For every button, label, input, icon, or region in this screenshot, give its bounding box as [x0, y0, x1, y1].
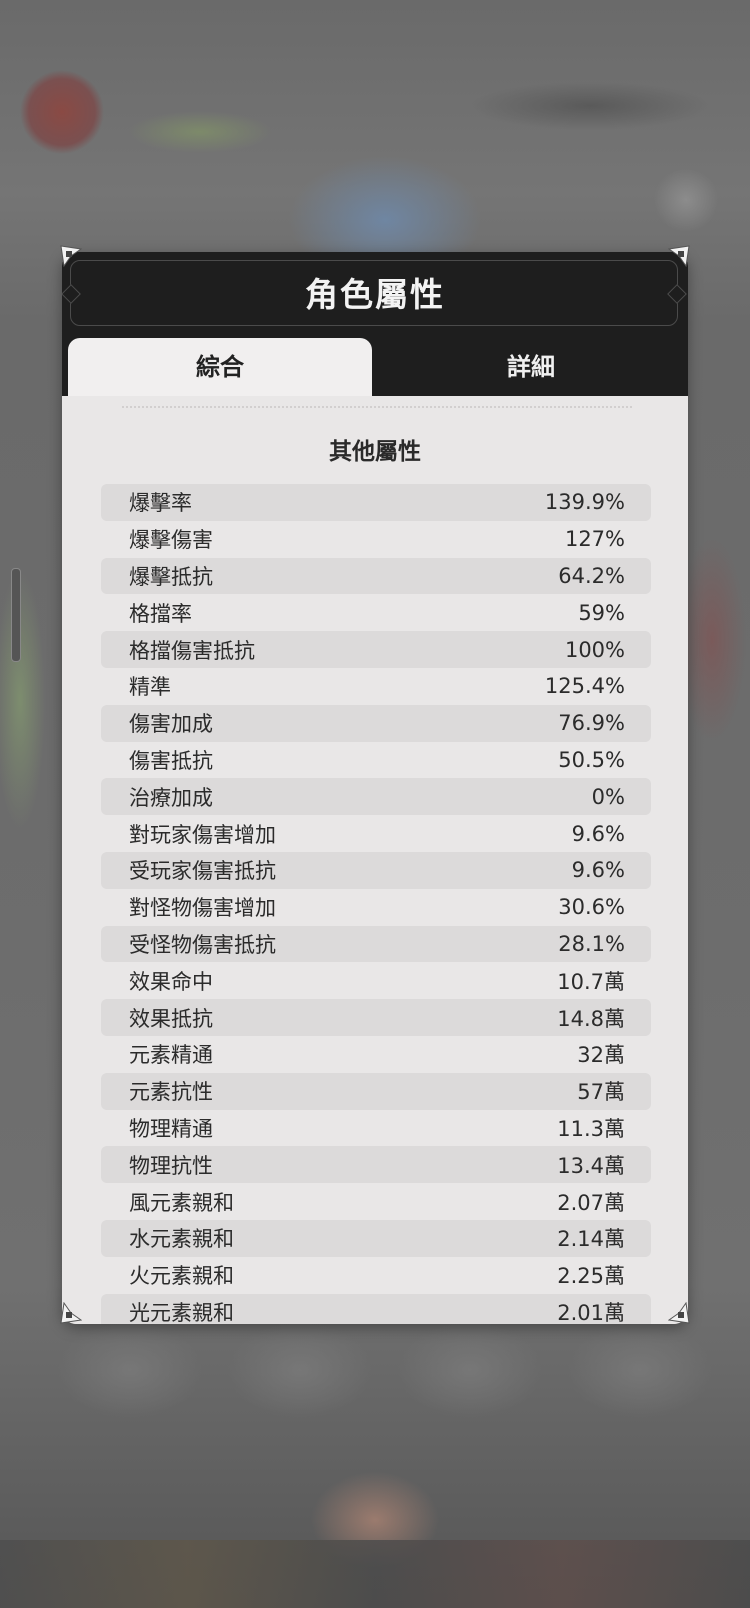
- stat-label: 元素抗性: [129, 1080, 213, 1105]
- stat-label: 水元素親和: [129, 1227, 234, 1252]
- stat-value: 30.6%: [558, 895, 625, 920]
- corner-ornament-icon: [668, 245, 690, 267]
- stat-row: 受玩家傷害抵抗 9.6%: [101, 851, 651, 889]
- stat-row: 精準 125.4%: [101, 668, 651, 705]
- game-screen: 角色屬性 綜合 詳細 其他屬性 爆擊率 139.9% 爆擊傷害 127% 爆擊抵抗 64.…: [0, 0, 750, 1608]
- corner-ornament-icon: [60, 245, 82, 267]
- stat-row: 傷害抵抗 50.5%: [101, 742, 651, 779]
- stat-value: 0%: [591, 784, 625, 809]
- stat-label: 受玩家傷害抵抗: [129, 859, 276, 884]
- stat-label: 物理精通: [129, 1116, 213, 1141]
- corner-ornament-icon: [60, 1302, 82, 1324]
- stat-row: 格擋傷害抵抗 100%: [101, 631, 651, 668]
- stat-value: 9.6%: [571, 858, 625, 883]
- stat-label: 爆擊傷害: [129, 528, 213, 553]
- stat-value: 2.25萬: [557, 1264, 625, 1289]
- stat-label: 物理抗性: [129, 1153, 213, 1178]
- stat-row: 對玩家傷害增加 9.6%: [101, 815, 651, 852]
- blurred-bottom-bar: [0, 1540, 750, 1608]
- stat-label: 元素精通: [129, 1043, 213, 1068]
- tab-overview[interactable]: 綜合: [68, 338, 372, 396]
- stat-value: 2.14萬: [557, 1227, 625, 1252]
- stat-value: 125.4%: [544, 674, 625, 699]
- stat-value: 11.3萬: [557, 1116, 625, 1141]
- stat-row: 傷害加成 76.9%: [101, 704, 651, 742]
- scrolled-content-edge: [122, 406, 632, 416]
- stat-value: 64.2%: [558, 563, 625, 588]
- tab-details[interactable]: 詳細: [380, 338, 682, 396]
- stat-row: 物理抗性 13.4萬: [101, 1146, 651, 1184]
- stat-value: 100%: [564, 637, 625, 662]
- stat-row: 受怪物傷害抵抗 28.1%: [101, 925, 651, 963]
- stats-list: 爆擊率 139.9% 爆擊傷害 127% 爆擊抵抗 64.2% 格擋率 59% 格擋傷害抵抗 10…: [101, 484, 651, 1324]
- stat-value: 127%: [564, 527, 625, 552]
- stat-label: 火元素親和: [129, 1264, 234, 1289]
- stat-row: 火元素親和 2.25萬: [101, 1257, 651, 1294]
- stat-value: 50.5%: [558, 747, 625, 772]
- stat-row: 元素抗性 57萬: [101, 1072, 651, 1110]
- stat-row: 對怪物傷害增加 30.6%: [101, 889, 651, 926]
- stat-row: 格擋率 59%: [101, 594, 651, 631]
- stat-value: 57萬: [577, 1080, 625, 1105]
- panel-header: 角色屬性 綜合 詳細: [62, 252, 688, 396]
- stat-value: 10.7萬: [557, 969, 625, 994]
- stat-row: 治療加成 0%: [101, 778, 651, 816]
- stat-label: 格擋率: [129, 601, 192, 626]
- stat-row: 效果抵抗 14.8萬: [101, 999, 651, 1036]
- stat-label: 爆擊抵抗: [129, 564, 213, 589]
- stat-value: 32萬: [577, 1043, 625, 1068]
- stat-row: 爆擊抵抗 64.2%: [101, 557, 651, 595]
- section-title: 其他屬性: [329, 439, 421, 465]
- stat-row: 水元素親和 2.14萬: [101, 1219, 651, 1257]
- stat-label: 光元素親和: [129, 1300, 234, 1324]
- stat-row: 爆擊傷害 127%: [101, 521, 651, 558]
- stat-label: 效果抵抗: [129, 1006, 213, 1031]
- stat-value: 76.9%: [558, 711, 625, 736]
- stat-row: 元素精通 32萬: [101, 1036, 651, 1073]
- stat-label: 治療加成: [129, 785, 213, 810]
- stat-row: 風元素親和 2.07萬: [101, 1183, 651, 1220]
- stat-value: 28.1%: [558, 931, 625, 956]
- stat-row: 物理精通 11.3萬: [101, 1110, 651, 1147]
- side-drawer-handle[interactable]: [11, 568, 21, 662]
- stat-label: 格擋傷害抵抗: [129, 638, 255, 663]
- stat-value: 139.9%: [544, 490, 625, 515]
- stat-label: 對玩家傷害增加: [129, 822, 276, 847]
- stat-value: 2.01萬: [557, 1300, 625, 1324]
- stat-label: 對怪物傷害增加: [129, 896, 276, 921]
- stat-row: 光元素親和 2.01萬: [101, 1293, 651, 1324]
- stat-label: 爆擊率: [129, 491, 192, 516]
- stat-label: 精準: [129, 675, 171, 700]
- stat-label: 效果命中: [129, 969, 213, 994]
- attributes-scroll-area[interactable]: 其他屬性 爆擊率 139.9% 爆擊傷害 127% 爆擊抵抗 64.2% 格擋率 59% 格擋傷…: [62, 396, 688, 1324]
- stat-value: 2.07萬: [557, 1190, 625, 1215]
- stat-label: 傷害抵抗: [129, 748, 213, 773]
- corner-ornament-icon: [668, 1302, 690, 1324]
- stat-label: 風元素親和: [129, 1190, 234, 1215]
- stat-label: 傷害加成: [129, 712, 213, 737]
- stat-row: 效果命中 10.7萬: [101, 962, 651, 999]
- stat-label: 受怪物傷害抵抗: [129, 932, 276, 957]
- character-attributes-panel: 角色屬性 綜合 詳細 其他屬性 爆擊率 139.9% 爆擊傷害 127% 爆擊抵抗 64.…: [62, 252, 688, 1324]
- stat-value: 13.4萬: [557, 1153, 625, 1178]
- panel-title: 角色屬性: [305, 275, 445, 314]
- stat-row: 爆擊率 139.9%: [101, 484, 651, 521]
- stat-value: 14.8萬: [557, 1006, 625, 1031]
- stat-value: 9.6%: [571, 821, 625, 846]
- stat-value: 59%: [578, 600, 625, 625]
